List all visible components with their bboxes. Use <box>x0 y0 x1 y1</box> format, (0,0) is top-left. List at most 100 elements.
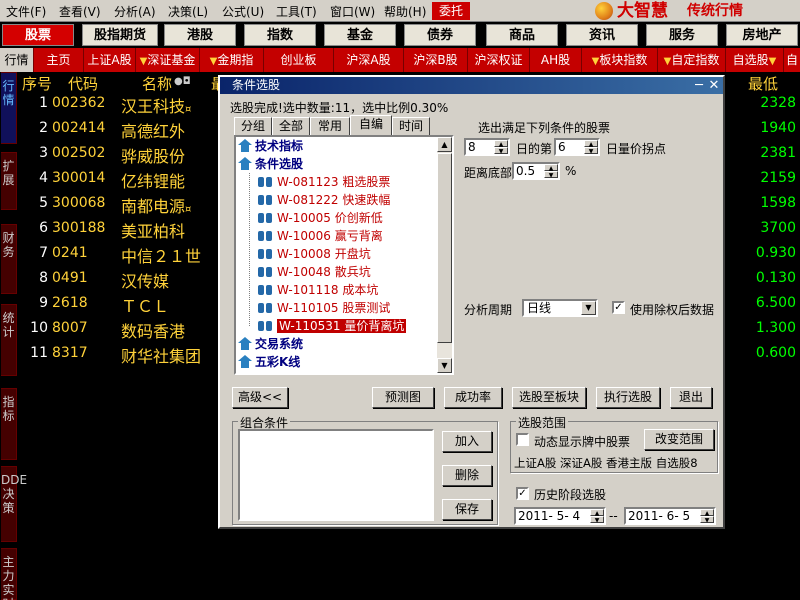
tab-hs-warrants[interactable]: 沪深权证 <box>468 48 530 72</box>
menu-file[interactable]: 文件(F) <box>6 3 46 20</box>
spinner-buttons[interactable]: ▲ ▼ <box>584 140 598 155</box>
dynamic-display-checkbox[interactable] <box>516 433 529 446</box>
add-button[interactable]: 加入 <box>442 431 492 452</box>
spin-down-icon[interactable]: ▼ <box>544 171 558 179</box>
tab-watchlist[interactable]: 自选股▼ <box>726 48 784 72</box>
category-stocks[interactable]: 股票 <box>2 24 74 46</box>
spinner-buttons[interactable]: ▲ ▼ <box>590 509 604 524</box>
col-name[interactable]: 名称 <box>142 73 172 94</box>
date-to-field[interactable]: 2011- 6- 5 ▲ ▼ <box>624 507 716 525</box>
scroll-thumb[interactable] <box>437 153 452 343</box>
category-news[interactable]: 资讯 <box>566 24 638 46</box>
tab-self-edit[interactable]: 自编 <box>350 115 392 135</box>
category-index-futures[interactable]: 股指期货 <box>82 24 158 46</box>
spin-up-icon[interactable]: ▲ <box>590 509 604 517</box>
spinner-buttons[interactable]: ▲ ▼ <box>700 509 714 524</box>
use-adjusted-checkbox[interactable]: ✓ <box>612 301 625 314</box>
tree-item-formula[interactable]: W-101118 成本坑 <box>258 281 378 299</box>
tab-more[interactable]: 自 <box>784 48 800 72</box>
tab-time[interactable]: 时间 <box>392 117 430 135</box>
side-tab-dde[interactable]: DDE决策 <box>1 466 27 542</box>
tab-sh-a[interactable]: 上证A股 <box>84 48 136 72</box>
side-tab-finance[interactable]: 财务 <box>1 224 17 294</box>
side-tab-indicators[interactable]: 指标 <box>1 388 17 460</box>
tree-scrollbar[interactable]: ▲ ▼ <box>437 137 452 373</box>
side-tab-main-force[interactable]: 主力实时 <box>1 548 17 600</box>
tree-item-formula[interactable]: W-110105 股票测试 <box>258 299 390 317</box>
tree-item-formula[interactable]: W-10006 赢亏背离 <box>258 227 383 245</box>
menu-window[interactable]: 窗口(W) <box>330 3 375 20</box>
side-tab-extend[interactable]: 扩展 <box>1 152 17 210</box>
tab-all[interactable]: 全部 <box>272 117 310 135</box>
tab-hs-b[interactable]: 沪深B股 <box>404 48 468 72</box>
col-low[interactable]: 最低 <box>748 73 778 94</box>
tab-common[interactable]: 常用 <box>310 117 350 135</box>
spin-up-icon[interactable]: ▲ <box>494 140 508 148</box>
dialog-titlebar[interactable]: 条件选股 ─ ✕ <box>220 77 723 94</box>
tree-item-formula[interactable]: W-081123 粗选股票 <box>258 173 390 191</box>
date-from-field[interactable]: 2011- 5- 4 ▲ ▼ <box>514 507 606 525</box>
menu-decision[interactable]: 决策(L) <box>168 3 208 20</box>
category-services[interactable]: 服务 <box>646 24 718 46</box>
execute-screening-button[interactable]: 执行选股 <box>596 387 660 408</box>
category-hk-stocks[interactable]: 港股 <box>164 24 236 46</box>
menu-help[interactable]: 帮助(H) <box>384 3 426 20</box>
category-commodities[interactable]: 商品 <box>486 24 558 46</box>
tree-item-formula-selected[interactable]: W-110531 量价背离坑 <box>258 317 407 335</box>
spin-up-icon[interactable]: ▲ <box>544 164 558 172</box>
spin-up-icon[interactable]: ▲ <box>584 140 598 148</box>
tab-sz-fund[interactable]: ▼深证基金 <box>136 48 200 72</box>
chevron-down-icon[interactable]: ▼ <box>581 301 596 315</box>
delete-button[interactable]: 删除 <box>442 465 492 486</box>
success-rate-button[interactable]: 成功率 <box>444 387 502 408</box>
tree-item-formula[interactable]: W-10048 散兵坑 <box>258 263 371 281</box>
close-icon[interactable]: ✕ <box>707 77 721 94</box>
tree-node-trading-system[interactable]: 交易系统 <box>238 335 303 353</box>
tab-market[interactable]: 行情 <box>0 48 34 72</box>
minimize-icon[interactable]: ─ <box>692 77 706 94</box>
side-tab-stats[interactable]: 统计 <box>1 304 17 376</box>
category-bonds[interactable]: 债券 <box>404 24 476 46</box>
spin-down-icon[interactable]: ▼ <box>590 516 604 524</box>
spinner-buttons[interactable]: ▲ ▼ <box>494 140 508 155</box>
spinner-buttons[interactable]: ▲ ▼ <box>544 164 558 179</box>
tree-node-condition-screening[interactable]: 条件选股 <box>238 155 303 173</box>
tab-group[interactable]: 分组 <box>234 117 272 135</box>
col-seq[interactable]: 序号 <box>22 73 52 94</box>
tree-item-formula[interactable]: W-10008 开盘坑 <box>258 245 371 263</box>
exit-button[interactable]: 退出 <box>670 387 712 408</box>
period-select[interactable]: 日线 ▼ <box>522 299 598 317</box>
spin-down-icon[interactable]: ▼ <box>584 147 598 155</box>
menu-view[interactable]: 查看(V) <box>59 3 101 20</box>
scroll-down-icon[interactable]: ▼ <box>437 358 452 373</box>
preview-chart-button[interactable]: 预测图 <box>372 387 434 408</box>
tree-item-formula[interactable]: W-10005 价创新低 <box>258 209 383 227</box>
tree-node-colored-kline[interactable]: 五彩K线 <box>238 353 300 371</box>
menu-analysis[interactable]: 分析(A) <box>114 3 156 20</box>
category-funds[interactable]: 基金 <box>324 24 396 46</box>
param1-spinner[interactable]: 8 ▲ ▼ <box>464 138 510 156</box>
tab-custom-index[interactable]: ▼自定指数 <box>658 48 726 72</box>
tab-home[interactable]: 主页 <box>34 48 84 72</box>
change-range-button[interactable]: 改变范围 <box>644 429 714 450</box>
tree-node-tech-indicators[interactable]: 技术指标 <box>238 137 303 155</box>
spin-down-icon[interactable]: ▼ <box>700 516 714 524</box>
tree-item-formula[interactable]: W-081222 快速跌幅 <box>258 191 390 209</box>
scroll-up-icon[interactable]: ▲ <box>437 137 452 152</box>
side-tab-market[interactable]: 行情 <box>1 72 17 144</box>
category-index[interactable]: 指数 <box>244 24 316 46</box>
tab-sector-index[interactable]: ▼板块指数 <box>582 48 658 72</box>
distance-spinner[interactable]: 0.5 ▲ ▼ <box>512 162 560 180</box>
param2-spinner[interactable]: 6 ▲ ▼ <box>554 138 600 156</box>
menu-tools[interactable]: 工具(T) <box>276 3 317 20</box>
advanced-button[interactable]: 高级<< <box>232 387 288 408</box>
tab-hs-a[interactable]: 沪深A股 <box>334 48 404 72</box>
menu-formula[interactable]: 公式(U) <box>222 3 264 20</box>
weituo-button[interactable]: 委托 <box>432 2 470 20</box>
tab-chinext[interactable]: 创业板 <box>264 48 334 72</box>
col-code[interactable]: 代码 <box>68 73 98 94</box>
combination-list[interactable] <box>238 429 434 521</box>
spin-down-icon[interactable]: ▼ <box>494 147 508 155</box>
history-checkbox[interactable]: ✓ <box>516 487 529 500</box>
tab-gold-futures[interactable]: ▼金期指 <box>200 48 264 72</box>
